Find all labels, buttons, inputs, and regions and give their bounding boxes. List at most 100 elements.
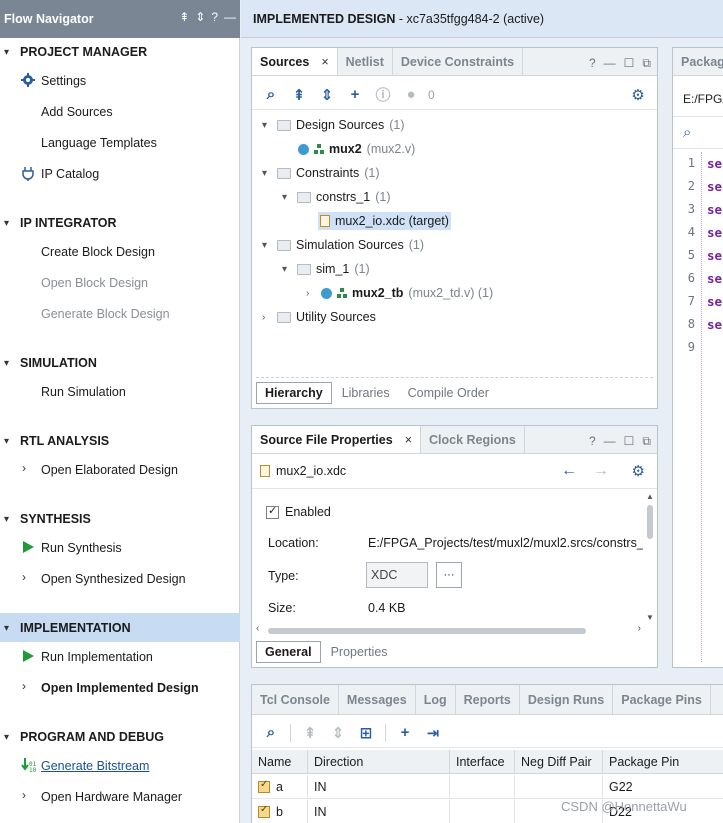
expand-all-icon[interactable]: ⇕	[327, 722, 349, 744]
horizontal-scrollbar[interactable]: ‹ ›	[256, 623, 641, 636]
maximize-icon[interactable]: ☐	[624, 434, 635, 449]
minimize-icon[interactable]: —	[604, 56, 616, 71]
col-direction[interactable]: Direction	[308, 750, 450, 774]
gear-icon[interactable]: ⚙	[627, 84, 649, 106]
chevron-right-icon[interactable]: ›	[22, 788, 26, 802]
forward-arrow-icon[interactable]: →	[593, 462, 609, 480]
tree-constrs-1[interactable]: ▾ constrs_1 (1)	[282, 190, 390, 204]
tree-sim-1[interactable]: ▾ sim_1 (1)	[282, 262, 370, 276]
generate-bitstream-item[interactable]: Generate Bitstream	[41, 759, 149, 773]
float-icon[interactable]: ⧉	[642, 434, 651, 449]
code-line[interactable]: se	[707, 294, 722, 309]
tab-properties[interactable]: Properties	[323, 641, 396, 663]
tab-tcl-console[interactable]: Tcl Console	[252, 685, 339, 714]
add-icon[interactable]: +	[344, 84, 366, 106]
run-simulation-item[interactable]: Run Simulation	[41, 385, 126, 399]
code-line[interactable]: se	[707, 156, 722, 171]
tree-mux2-tb[interactable]: › mux2_tb (mux2_td.v) (1)	[306, 286, 493, 300]
tab-messages[interactable]: Messages	[339, 685, 416, 714]
open-block-design-item[interactable]: Open Block Design	[41, 276, 148, 290]
help-icon[interactable]: ?	[589, 434, 596, 449]
collapse-all-icon[interactable]: ⇞	[288, 84, 310, 106]
section-project-manager[interactable]: ▾ PROJECT MANAGER	[4, 45, 147, 59]
tree-xdc-file[interactable]: mux2_io.xdc (target)	[318, 212, 451, 230]
tree-sim-sources[interactable]: ▾ Simulation Sources (1)	[262, 238, 424, 252]
tab-log[interactable]: Log	[416, 685, 456, 714]
open-implemented-design-item[interactable]: Open Implemented Design	[41, 681, 199, 695]
tab-package[interactable]: Packag	[673, 48, 723, 75]
col-package-pin[interactable]: Package Pin	[603, 750, 723, 774]
type-field[interactable]: XDC	[366, 562, 428, 588]
gear-icon[interactable]: ⚙	[632, 462, 645, 480]
generate-block-design-item[interactable]: Generate Block Design	[41, 307, 170, 321]
code-line[interactable]: se	[707, 179, 722, 194]
expand-all-icon[interactable]: ⇕	[195, 10, 205, 24]
tab-compile-order[interactable]: Compile Order	[400, 382, 497, 404]
help-icon[interactable]: ?	[589, 56, 596, 71]
run-implementation-item[interactable]: Run Implementation	[41, 650, 153, 664]
tab-reports[interactable]: Reports	[456, 685, 520, 714]
chevron-right-icon[interactable]: ›	[22, 679, 26, 693]
tab-package-pins[interactable]: Package Pins	[613, 685, 711, 714]
maximize-icon[interactable]: ☐	[624, 56, 635, 71]
tab-device-constraints[interactable]: Device Constraints	[393, 48, 524, 75]
type-browse-button[interactable]: ···	[436, 562, 462, 588]
add-sources-item[interactable]: Add Sources	[41, 105, 113, 119]
create-block-design-item[interactable]: Create Block Design	[41, 245, 155, 259]
minimize-icon[interactable]: —	[604, 434, 616, 449]
close-icon[interactable]: ×	[321, 55, 328, 69]
tree-utility-sources[interactable]: › Utility Sources	[262, 310, 376, 324]
table-row[interactable]: aIN G22	[252, 775, 723, 799]
collapse-all-icon[interactable]: ⇞	[179, 10, 189, 24]
expand-all-icon[interactable]: ⇕	[316, 84, 338, 106]
section-program-debug[interactable]: ▾ PROGRAM AND DEBUG	[4, 730, 164, 744]
tab-netlist[interactable]: Netlist	[338, 48, 393, 75]
group-icon[interactable]: ⊞	[355, 722, 377, 744]
add-icon[interactable]: +	[394, 722, 416, 744]
search-icon[interactable]: ⌕	[683, 124, 691, 141]
close-icon[interactable]: ×	[405, 433, 412, 447]
chevron-right-icon[interactable]: ›	[22, 461, 26, 475]
minimize-icon[interactable]: —	[224, 10, 236, 24]
tab-clock-regions[interactable]: Clock Regions	[421, 426, 525, 453]
tab-sources[interactable]: Sources ×	[252, 48, 338, 75]
chevron-right-icon[interactable]: ›	[22, 570, 26, 584]
vertical-scrollbar[interactable]: ▲ ▼	[645, 492, 655, 622]
section-rtl-analysis[interactable]: ▾ RTL ANALYSIS	[4, 434, 109, 448]
search-icon[interactable]: ⌕	[260, 84, 282, 106]
tree-constraints[interactable]: ▾ Constraints (1)	[262, 166, 380, 180]
language-templates-item[interactable]: Language Templates	[41, 136, 157, 150]
tab-design-runs[interactable]: Design Runs	[520, 685, 614, 714]
tab-libraries[interactable]: Libraries	[334, 382, 398, 404]
search-icon[interactable]: ⌕	[260, 722, 282, 744]
open-hardware-manager-item[interactable]: Open Hardware Manager	[41, 790, 182, 804]
enabled-checkbox-row[interactable]: ✓ Enabled	[266, 505, 331, 519]
section-implementation[interactable]: ▾ IMPLEMENTATION	[4, 621, 131, 635]
tree-design-sources[interactable]: ▾ Design Sources (1)	[262, 118, 405, 132]
code-line[interactable]: se	[707, 202, 722, 217]
help-icon[interactable]: ?	[211, 10, 218, 24]
auto-place-icon[interactable]: ⇥	[422, 722, 444, 744]
tree-mux2[interactable]: mux2 (mux2.v)	[298, 142, 415, 156]
code-line[interactable]: se	[707, 248, 722, 263]
settings-item[interactable]: Settings	[41, 74, 86, 88]
tab-hierarchy[interactable]: Hierarchy	[256, 382, 332, 404]
open-synthesized-design-item[interactable]: Open Synthesized Design	[41, 572, 186, 586]
ip-catalog-item[interactable]: IP Catalog	[41, 167, 99, 181]
open-elaborated-design-item[interactable]: Open Elaborated Design	[41, 463, 178, 477]
col-interface[interactable]: Interface	[450, 750, 515, 774]
section-ip-integrator[interactable]: ▾ IP INTEGRATOR	[4, 216, 117, 230]
code-line[interactable]: se	[707, 317, 722, 332]
tab-general[interactable]: General	[256, 641, 321, 663]
section-simulation[interactable]: ▾ SIMULATION	[4, 356, 97, 370]
code-line[interactable]: se	[707, 225, 722, 240]
enabled-checkbox[interactable]: ✓	[266, 505, 279, 519]
code-line[interactable]: se	[707, 271, 722, 286]
col-name[interactable]: Name	[252, 750, 308, 774]
collapse-all-icon[interactable]: ⇞	[299, 722, 321, 744]
float-icon[interactable]: ⧉	[642, 56, 651, 71]
tab-source-file-properties[interactable]: Source File Properties ×	[252, 426, 421, 453]
section-synthesis[interactable]: ▾ SYNTHESIS	[4, 512, 91, 526]
run-synthesis-item[interactable]: Run Synthesis	[41, 541, 122, 555]
back-arrow-icon[interactable]: ←	[561, 462, 577, 480]
